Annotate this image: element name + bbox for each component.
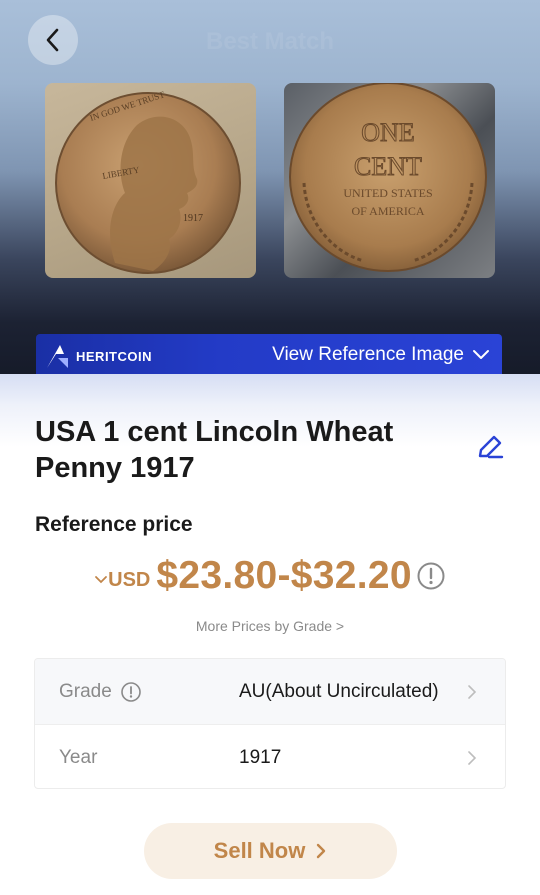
- reference-bar: HERITCOIN View Reference Image: [36, 334, 502, 376]
- reverse-line-2: CENT: [354, 152, 422, 181]
- year-value: 1917: [239, 746, 282, 768]
- heritcoin-logo: HERITCOIN: [44, 340, 164, 372]
- info-icon[interactable]: [120, 681, 142, 703]
- obverse-date: 1917: [183, 213, 203, 224]
- chevron-right-icon: [468, 684, 477, 699]
- grade-label: Grade: [59, 680, 112, 702]
- reverse-line-4: OF AMERICA: [351, 204, 424, 218]
- year-key: Year: [59, 747, 97, 769]
- price-info-icon[interactable]: [416, 561, 446, 591]
- view-reference-image-button[interactable]: View Reference Image: [272, 334, 490, 376]
- chevron-down-icon: [473, 350, 489, 359]
- details-table: Grade AU(About Uncirculated) Year 1917: [34, 658, 506, 789]
- more-prices-link[interactable]: More Prices by Grade >: [0, 618, 540, 634]
- edit-button[interactable]: [475, 432, 505, 462]
- edit-pencil-icon: [478, 435, 504, 459]
- chevron-down-icon: [95, 576, 108, 584]
- price-range: $23.80-$32.20: [156, 554, 412, 597]
- currency-selector[interactable]: USD: [94, 569, 150, 592]
- reverse-line-3: UNITED STATES: [343, 186, 432, 200]
- year-label: Year: [59, 746, 98, 768]
- grade-key: Grade: [59, 681, 142, 703]
- reference-price-label: Reference price: [35, 513, 193, 536]
- grade-row[interactable]: Grade AU(About Uncirculated): [35, 659, 505, 725]
- coin-obverse-image[interactable]: LIBERTY IN GOD WE TRUST 1917: [45, 83, 256, 278]
- year-row[interactable]: Year 1917: [35, 725, 505, 788]
- page-title: Best Match: [205, 28, 335, 55]
- heritcoin-logo-icon: [47, 345, 68, 368]
- chevron-right-icon: [317, 843, 326, 859]
- brand-name: HERITCOIN: [76, 348, 152, 364]
- coin-title: USA 1 cent Lincoln Wheat Penny 1917: [35, 416, 394, 484]
- coin-reverse-image[interactable]: ONE CENT UNITED STATES OF AMERICA: [284, 83, 495, 278]
- price-row: USD $23.80-$32.20: [0, 554, 540, 598]
- reverse-line-1: ONE: [361, 118, 414, 147]
- sell-now-button[interactable]: Sell Now: [144, 823, 397, 879]
- currency-label: USD: [108, 568, 151, 591]
- chevron-right-icon: [468, 750, 477, 765]
- hero-banner: Best Match LIBERTY IN GOD WE TRUST 1917: [0, 0, 540, 380]
- sell-now-label: Sell Now: [213, 838, 306, 863]
- grade-value: AU(About Uncirculated): [239, 680, 439, 702]
- view-reference-image-label: View Reference Image: [272, 344, 464, 365]
